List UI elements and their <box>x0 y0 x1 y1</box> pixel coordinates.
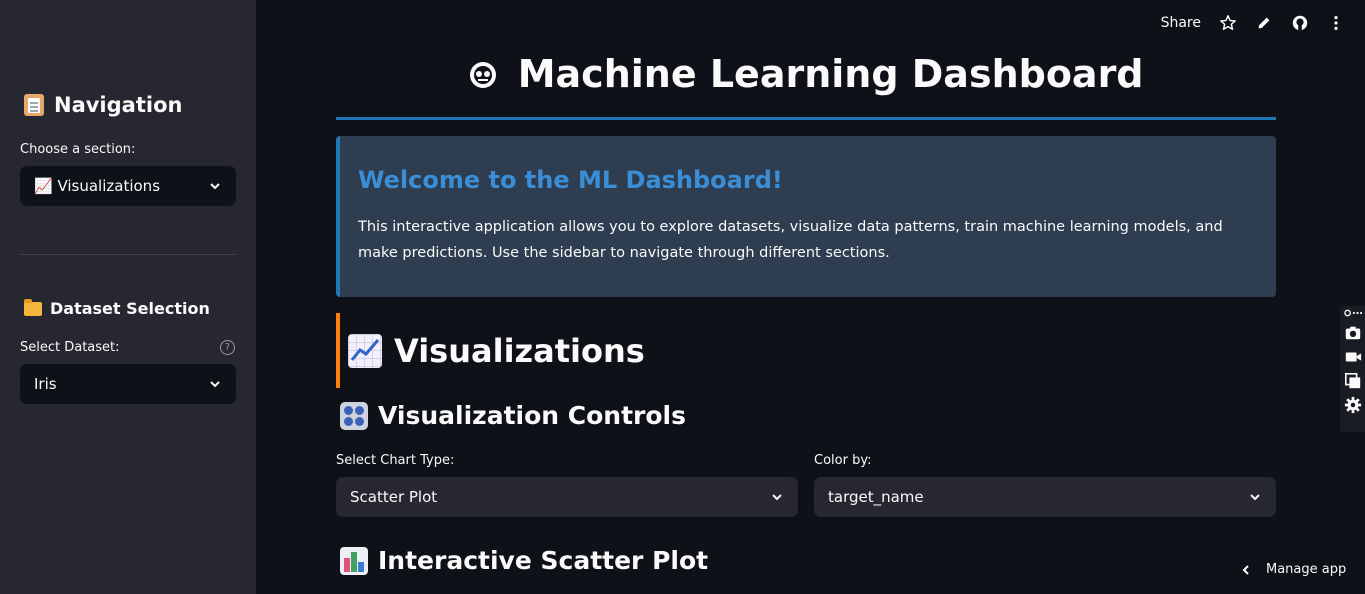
dataset-select-value: Iris <box>34 375 57 393</box>
chevron-left-icon <box>1242 564 1249 575</box>
github-icon[interactable] <box>1291 14 1309 32</box>
section-label: Choose a section: <box>20 142 136 157</box>
title-divider <box>336 117 1276 120</box>
plot-title: Interactive Scatter Plot <box>378 546 709 575</box>
clipboard-icon <box>24 94 44 116</box>
navigation-heading: Navigation <box>24 93 182 117</box>
control-knobs-icon <box>340 401 368 430</box>
dataset-label: Select Dataset: <box>20 340 120 355</box>
chevron-down-icon <box>772 494 782 501</box>
chart-type-select[interactable]: Scatter Plot <box>336 477 798 517</box>
welcome-card: Welcome to the ML Dashboard! This intera… <box>336 136 1276 297</box>
dataset-select[interactable]: Iris <box>20 364 236 404</box>
welcome-title: Welcome to the ML Dashboard! <box>358 166 783 194</box>
top-toolbar: Share <box>1161 14 1345 32</box>
navigation-title: Navigation <box>54 93 183 117</box>
dataset-title: Dataset Selection <box>50 299 210 318</box>
section-select[interactable]: 📈 Visualizations <box>20 166 236 206</box>
manage-app-button[interactable]: Manage app <box>1240 562 1346 577</box>
dataset-heading: Dataset Selection <box>24 298 210 318</box>
color-by-select[interactable]: target_name <box>814 477 1276 517</box>
help-icon[interactable]: ? <box>220 340 235 355</box>
section-title: Visualizations <box>394 331 645 370</box>
chart-increasing-icon <box>348 333 382 368</box>
color-by-label: Color by: <box>814 453 872 468</box>
page-title-text: Machine Learning Dashboard <box>517 52 1144 96</box>
chevron-down-icon <box>210 381 220 388</box>
plot-heading: Interactive Scatter Plot <box>340 546 708 575</box>
section-header: Visualizations <box>336 313 645 388</box>
bar-chart-icon <box>340 546 368 575</box>
manage-app-label: Manage app <box>1266 562 1347 577</box>
folder-icon <box>24 298 42 316</box>
side-toolstrip <box>1340 306 1365 432</box>
controls-title: Visualization Controls <box>378 401 687 430</box>
welcome-text: This interactive application allows you … <box>358 219 1223 261</box>
chevron-down-icon <box>210 183 220 190</box>
sidebar: Navigation Choose a section: 📈 Visualiza… <box>0 0 256 594</box>
sidebar-divider <box>20 254 236 255</box>
copy-window-icon[interactable] <box>1344 372 1362 390</box>
robot-icon <box>470 62 497 88</box>
color-by-value: target_name <box>828 488 924 506</box>
section-select-value: 📈 Visualizations <box>34 177 161 195</box>
chevron-down-icon <box>1250 494 1260 501</box>
pencil-icon[interactable] <box>1255 14 1273 32</box>
controls-heading: Visualization Controls <box>340 401 686 430</box>
star-icon[interactable] <box>1219 14 1237 32</box>
gear-icon[interactable] <box>1344 396 1362 414</box>
more-vertical-icon[interactable] <box>1327 14 1345 32</box>
chart-type-value: Scatter Plot <box>350 488 438 506</box>
camera-icon[interactable] <box>1344 324 1362 342</box>
video-icon[interactable] <box>1344 348 1362 366</box>
chart-type-label: Select Chart Type: <box>336 453 455 468</box>
share-button[interactable]: Share <box>1161 15 1201 31</box>
page-title: Machine Learning Dashboard <box>336 52 1276 96</box>
link-more-icon[interactable] <box>1343 308 1362 318</box>
